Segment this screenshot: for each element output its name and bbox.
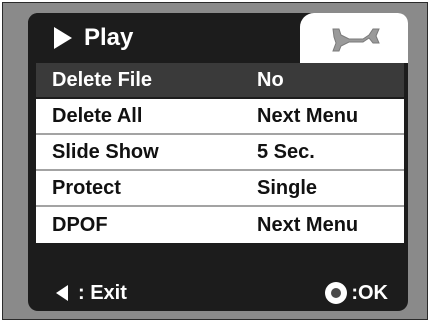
menu-item-dpof[interactable]: DPOF Next Menu — [36, 207, 404, 243]
ok-button-icon — [325, 282, 348, 304]
footer-bar: : Exit :OK — [28, 275, 408, 311]
menu-item-protect[interactable]: Protect Single — [36, 171, 404, 207]
play-triangle-icon — [54, 27, 72, 49]
ok-label: :OK — [351, 281, 388, 304]
menu-item-slide-show[interactable]: Slide Show 5 Sec. — [36, 135, 404, 171]
menu-item-value: Single — [257, 176, 318, 199]
menu-item-label: Protect — [52, 176, 121, 199]
menu-item-value: No — [257, 68, 284, 91]
tab-play-label: Play — [84, 24, 134, 51]
device-frame: Play Delete File No Delete All Next Menu… — [2, 2, 428, 320]
camera-menu-screen: Play Delete File No Delete All Next Menu… — [28, 13, 408, 311]
menu-item-delete-all[interactable]: Delete All Next Menu — [36, 99, 404, 135]
menu-item-label: Delete File — [52, 68, 153, 91]
menu-item-label: DPOF — [52, 213, 108, 236]
tab-setup[interactable] — [300, 13, 408, 63]
ok-hint[interactable]: :OK — [325, 282, 388, 305]
menu-list: Delete File No Delete All Next Menu Slid… — [36, 63, 404, 243]
tab-play[interactable]: Play — [28, 13, 300, 63]
menu-item-delete-file[interactable]: Delete File No — [36, 63, 404, 99]
menu-item-value: 5 Sec. — [257, 140, 315, 163]
menu-item-value: Next Menu — [257, 104, 359, 127]
left-arrow-icon — [56, 285, 68, 301]
wrench-icon — [332, 28, 380, 52]
menu-item-label: Delete All — [52, 104, 143, 127]
exit-hint[interactable]: : Exit — [56, 282, 127, 305]
menu-item-value: Next Menu — [257, 213, 359, 236]
exit-label: : Exit — [78, 281, 127, 304]
menu-item-label: Slide Show — [52, 140, 159, 163]
